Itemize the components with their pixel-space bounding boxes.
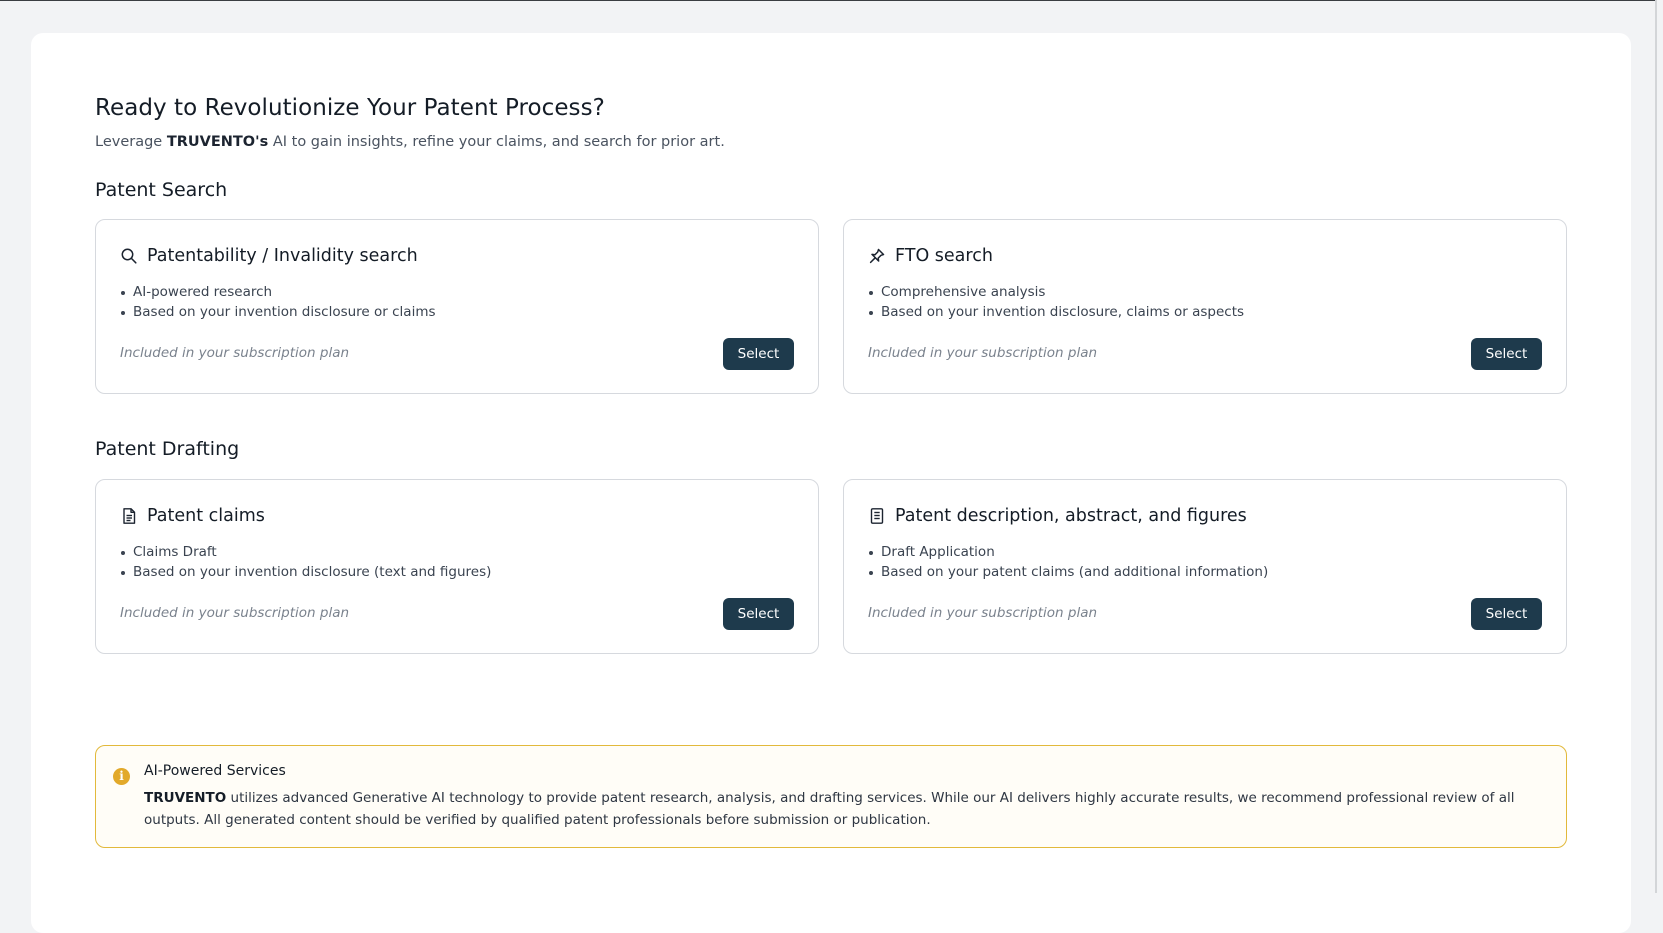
select-button[interactable]: Select <box>1471 598 1542 630</box>
list-item: Draft Application <box>868 542 1268 562</box>
card-title: Patent claims <box>147 506 265 526</box>
subtitle-prefix: Leverage <box>95 134 163 150</box>
notice-body: utilizes advanced Generative AI technolo… <box>144 790 1515 828</box>
vertical-scrollbar[interactable] <box>1655 0 1663 893</box>
document-icon <box>123 508 136 524</box>
main-panel: Ready to Revolutionize Your Patent Proce… <box>31 33 1631 933</box>
scrollbar-thumb[interactable] <box>1655 0 1657 893</box>
subscription-note: Included in your subscription plan <box>120 345 350 361</box>
card-header: Patent description, abstract, and figure… <box>868 506 1247 526</box>
list-item: AI-powered research <box>120 282 436 302</box>
card-patent-claims: Patent claims Claims Draft Based on your… <box>95 479 819 654</box>
card-title: FTO search <box>895 246 993 266</box>
subscription-note: Included in your subscription plan <box>120 605 350 621</box>
list-item: Based on your invention disclosure or cl… <box>120 302 436 322</box>
page-title: Ready to Revolutionize Your Patent Proce… <box>95 95 605 121</box>
card-feature-list: Comprehensive analysis Based on your inv… <box>868 282 1244 322</box>
subscription-note: Included in your subscription plan <box>868 345 1098 361</box>
list-item: Claims Draft <box>120 542 491 562</box>
notice-text: TRUVENTO utilizes advanced Generative AI… <box>144 787 1544 831</box>
window-top-border <box>0 0 1663 1</box>
card-feature-list: Draft Application Based on your patent c… <box>868 542 1268 582</box>
pin-icon <box>869 248 885 264</box>
section-title-patent-drafting: Patent Drafting <box>95 438 240 460</box>
subscription-note: Included in your subscription plan <box>868 605 1098 621</box>
card-fto-search: FTO search Comprehensive analysis Based … <box>843 219 1567 394</box>
select-button[interactable]: Select <box>723 598 794 630</box>
notice-title: AI-Powered Services <box>144 763 286 779</box>
card-title: Patentability / Invalidity search <box>147 246 418 266</box>
card-patent-description: Patent description, abstract, and figure… <box>843 479 1567 654</box>
card-feature-list: AI-powered research Based on your invent… <box>120 282 436 322</box>
section-title-patent-search: Patent Search <box>95 179 228 201</box>
page-subtitle: Leverage TRUVENTO's AI to gain insights,… <box>95 134 725 150</box>
list-item: Based on your invention disclosure, clai… <box>868 302 1244 322</box>
subtitle-suffix: AI to gain insights, refine your claims,… <box>272 134 725 150</box>
brand-name: TRUVENTO's <box>166 134 269 150</box>
list-item: Comprehensive analysis <box>868 282 1244 302</box>
select-button[interactable]: Select <box>723 338 794 370</box>
card-patentability-search: Patentability / Invalidity search AI-pow… <box>95 219 819 394</box>
list-item: Based on your invention disclosure (text… <box>120 562 491 582</box>
card-header: Patent claims <box>120 506 265 526</box>
card-title: Patent description, abstract, and figure… <box>895 506 1247 526</box>
card-feature-list: Claims Draft Based on your invention dis… <box>120 542 491 582</box>
document-icon <box>870 508 884 524</box>
search-icon <box>121 248 137 264</box>
select-button[interactable]: Select <box>1471 338 1542 370</box>
notice-brand: TRUVENTO <box>144 790 227 806</box>
ai-services-notice: i AI-Powered Services TRUVENTO utilizes … <box>95 745 1567 848</box>
card-header: Patentability / Invalidity search <box>120 246 418 266</box>
card-header: FTO search <box>868 246 993 266</box>
info-icon: i <box>113 768 130 785</box>
list-item: Based on your patent claims (and additio… <box>868 562 1268 582</box>
